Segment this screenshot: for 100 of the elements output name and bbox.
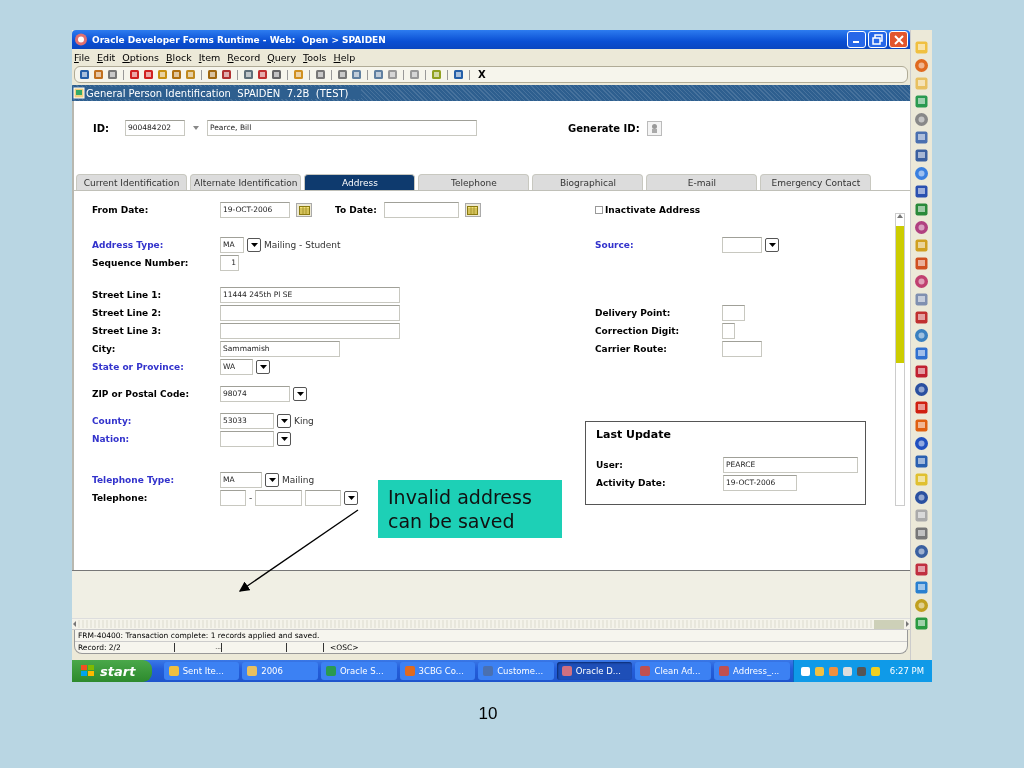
dropdown-button[interactable]: [765, 238, 779, 252]
app-icon[interactable]: [914, 400, 929, 415]
tab[interactable]: Telephone: [418, 174, 530, 190]
tab[interactable]: Address: [304, 174, 416, 190]
app-icon[interactable]: [914, 418, 929, 433]
app-icon[interactable]: [914, 310, 929, 325]
menu-item[interactable]: Block: [166, 51, 192, 63]
calendar-button[interactable]: [296, 203, 312, 217]
menu-item[interactable]: Query: [267, 51, 297, 63]
tab[interactable]: E-mail: [646, 174, 758, 190]
app-icon[interactable]: [914, 184, 929, 199]
input-field[interactable]: [220, 323, 400, 339]
toolbar-icon[interactable]: [271, 69, 282, 80]
calendar-button[interactable]: [464, 203, 481, 217]
generate-id-button[interactable]: [646, 120, 662, 136]
app-icon[interactable]: [914, 130, 929, 145]
app-icon[interactable]: [914, 562, 929, 577]
app-icon[interactable]: [914, 58, 929, 73]
taskbar-button[interactable]: Clean Ad...: [635, 662, 712, 680]
scroll-thumb[interactable]: [896, 226, 904, 363]
minimize-button[interactable]: [847, 31, 866, 48]
toolbar-icon[interactable]: [107, 69, 118, 80]
input-field[interactable]: [383, 202, 459, 218]
tab[interactable]: Alternate Identification: [190, 174, 302, 190]
restore-button[interactable]: [868, 31, 887, 48]
tray-icon[interactable]: [869, 665, 881, 677]
app-icon[interactable]: [914, 580, 929, 595]
menu-item[interactable]: Edit: [96, 51, 116, 63]
taskbar-button[interactable]: 2006: [242, 662, 318, 680]
input-field[interactable]: [220, 431, 274, 447]
app-icon[interactable]: [914, 544, 929, 559]
tab[interactable]: Current Identification: [76, 174, 187, 190]
taskbar-button[interactable]: Address_...: [714, 662, 790, 680]
start-button[interactable]: start: [72, 660, 152, 682]
horizontal-scrollbar[interactable]: [72, 618, 910, 630]
scrollbar[interactable]: [895, 213, 905, 506]
input-field[interactable]: [722, 305, 745, 321]
app-icon[interactable]: [914, 148, 929, 163]
app-icon[interactable]: [914, 454, 929, 469]
toolbar-icon[interactable]: [293, 69, 304, 80]
dropdown-button[interactable]: [293, 387, 307, 401]
input-field[interactable]: [305, 490, 342, 506]
dropdown-button[interactable]: [247, 238, 261, 252]
app-icon[interactable]: [914, 112, 929, 127]
menu-item[interactable]: File: [74, 51, 90, 63]
app-icon[interactable]: [914, 364, 929, 379]
input-field[interactable]: [722, 237, 762, 253]
toolbar-icon[interactable]: [79, 69, 90, 80]
scroll-thumb[interactable]: [874, 619, 904, 629]
input-field[interactable]: [220, 305, 400, 321]
toolbar-icon[interactable]: [453, 69, 464, 80]
input-field[interactable]: [722, 341, 762, 357]
app-icon[interactable]: [914, 346, 929, 361]
taskbar-button[interactable]: Oracle D...: [556, 662, 633, 680]
toolbar-icon[interactable]: [157, 69, 168, 80]
taskbar-button[interactable]: 3CBG Co...: [399, 662, 476, 680]
app-icon[interactable]: [914, 526, 929, 541]
tray-icon[interactable]: [855, 665, 867, 677]
toolbar-icon[interactable]: [337, 69, 348, 80]
tray-icon[interactable]: [841, 665, 853, 677]
taskbar-button[interactable]: Custome...: [478, 662, 554, 680]
app-icon[interactable]: [914, 220, 929, 235]
app-icon[interactable]: [914, 616, 929, 631]
toolbar-icon[interactable]: [315, 69, 326, 80]
input-field[interactable]: [255, 490, 303, 506]
app-icon[interactable]: [914, 166, 929, 181]
app-icon[interactable]: [914, 256, 929, 271]
toolbar-icon[interactable]: [431, 69, 442, 80]
tray-icon[interactable]: [813, 665, 825, 677]
toolbar-icon[interactable]: [373, 69, 384, 80]
toolbar-icon[interactable]: [185, 69, 196, 80]
close-button[interactable]: [889, 31, 908, 48]
toolbar-icon[interactable]: [171, 69, 182, 80]
app-icon[interactable]: [914, 292, 929, 307]
toolbar-icon[interactable]: [221, 69, 232, 80]
app-icon[interactable]: [914, 274, 929, 289]
tab[interactable]: Emergency Contact: [760, 174, 872, 190]
app-icon[interactable]: [914, 382, 929, 397]
app-icon[interactable]: [914, 328, 929, 343]
menu-item[interactable]: Tools: [303, 51, 327, 63]
toolbar-icon[interactable]: [129, 69, 140, 80]
dropdown-button[interactable]: [277, 432, 291, 446]
toolbar-icon[interactable]: [257, 69, 268, 80]
toolbar-icon[interactable]: [207, 69, 218, 80]
menu-item[interactable]: Item: [198, 51, 221, 63]
dropdown-button[interactable]: [277, 414, 291, 428]
tray-icon[interactable]: [799, 665, 811, 677]
toolbar-icon[interactable]: [143, 69, 154, 80]
app-icon[interactable]: [914, 490, 929, 505]
input-field[interactable]: [220, 490, 246, 506]
app-icon[interactable]: [914, 94, 929, 109]
toolbar-icon[interactable]: [387, 69, 398, 80]
app-icon[interactable]: [914, 436, 929, 451]
app-icon[interactable]: [914, 202, 929, 217]
toolbar-icon[interactable]: [93, 69, 104, 80]
dropdown-button[interactable]: [344, 491, 359, 505]
exit-button[interactable]: X: [478, 69, 486, 80]
checkbox[interactable]: [595, 206, 603, 214]
tab[interactable]: Biographical: [532, 174, 644, 190]
toolbar-icon[interactable]: [243, 69, 254, 80]
